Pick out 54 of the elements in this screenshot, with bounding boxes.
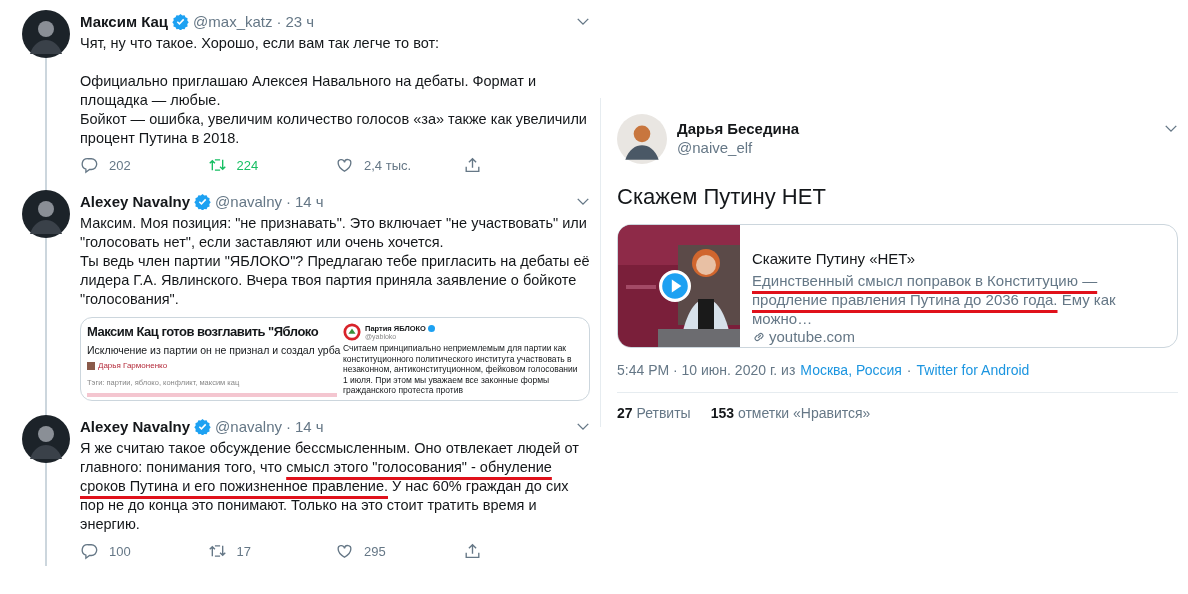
tweet-text: Скажем Путину НЕТ <box>617 184 827 210</box>
party-logo-icon <box>343 323 361 341</box>
user-handle[interactable]: @naive_elf <box>677 139 800 156</box>
retweet-icon[interactable] <box>207 542 227 560</box>
separator-dot: · <box>286 192 291 210</box>
reply-icon[interactable] <box>80 542 99 560</box>
reply-count: 100 <box>109 543 131 559</box>
avatar[interactable] <box>22 10 70 58</box>
link-domain: youtube.com <box>769 328 855 345</box>
user-name[interactable]: Дарья Беседина <box>677 120 800 137</box>
article-author: Дарья Гармоненко <box>98 361 168 370</box>
user-handle[interactable]: @max_katz <box>193 12 273 30</box>
user-name[interactable]: Максим Кац <box>80 12 169 30</box>
link-card[interactable]: Скажите Путину «НЕТ» Единственный смысл поправок в Конституцию — продление правления Путина до 2036 года. Ему как можно… youtube.com <box>617 224 1178 348</box>
tweet-text: Чят, ну что такое. Хорошо, если вам так легче то вот: Официально приглашаю Алексея Навального на дебаты. Формат и площадка — любые. Бойкот — ошибка, увеличим количество голосов «за» также как увеличили процент Путина в 2018. <box>80 34 588 148</box>
like-count: 2,4 тыс. <box>364 157 412 173</box>
separator-dot: · <box>906 362 912 378</box>
separator-dot: · <box>286 417 291 435</box>
heart-icon[interactable] <box>335 156 354 174</box>
tweet-time[interactable]: 23 ч <box>285 12 315 30</box>
chevron-down-icon[interactable] <box>576 421 590 431</box>
location-link[interactable]: Москва, Россия <box>800 362 902 378</box>
avatar[interactable] <box>22 190 70 238</box>
link-title: Скажите Путину «НЕТ» <box>752 249 917 269</box>
tweet-time[interactable]: 14 ч <box>295 417 324 435</box>
link-description: Единственный смысл поправок в Конституцию — продление правления Путина до 2036 года. Ему как можно… <box>752 271 1117 328</box>
attached-screenshot[interactable] <box>80 317 590 401</box>
like-count: 295 <box>364 543 386 559</box>
retweet-count: 17 <box>236 543 251 559</box>
tweet-text: Максим. Моя позиция: "не признавать". Это включает "не участвовать" или "голосовать нет", если заставляют или очень хочется. Ты ведь член партии "ЯБЛОКО"? Предлагаю тебе пригласить на дебаты её лидера Г.А. Явлинского. Вчера твоя партия приняла заявление о бойкоте "голосования". <box>80 214 590 309</box>
tweet-text: Я же считаю такое обсуждение бессмысленным. Оно отвлекает людей от главного: понимания того, что смысл этого "голосования" - обнуление сроков Путина и его пожизненное правление. У нас 60% граждан до сих пор не до конца это понимают. Только на это стоит тратить время и энергию. <box>80 439 580 534</box>
stat-link[interactable]: 153 отметки «Нравится» <box>710 405 871 421</box>
chevron-down-icon[interactable] <box>1164 124 1178 133</box>
stat-link[interactable]: 27 Ретвиты <box>617 405 691 421</box>
tweet-timestamp: 5:44 PM · 10 июн. 2020 г. из <box>617 362 796 378</box>
avatar[interactable] <box>22 415 70 463</box>
tweet-time[interactable]: 14 ч <box>295 192 324 210</box>
user-name[interactable]: Alexey Navalny <box>80 417 191 435</box>
chevron-down-icon[interactable] <box>576 196 590 206</box>
embedded-tweet-text: Считаем принципиально неприемлемым для партии как конституционного политического института участвовать в незаконном, антиконституционном, фейковом голосовании 1 июля. При этом мы уважаем все законные формы гражданского протеста против <box>343 343 579 396</box>
chevron-down-icon[interactable] <box>576 16 590 26</box>
reply-icon[interactable] <box>80 156 99 174</box>
user-handle[interactable]: @navalny <box>215 417 282 435</box>
source-link[interactable]: Twitter for Android <box>916 362 1030 378</box>
retweet-count: 224 <box>236 157 259 173</box>
avatar[interactable] <box>617 114 667 164</box>
user-name[interactable]: Alexey Navalny <box>80 192 191 210</box>
user-handle[interactable]: @navalny <box>215 192 282 210</box>
retweet-icon[interactable] <box>207 156 227 174</box>
author-thumbnail <box>87 361 95 370</box>
heart-icon[interactable] <box>335 542 354 560</box>
article-headline: Максим Кац готов возглавить "Яблоко <box>87 323 320 340</box>
separator-dot: · <box>276 12 282 30</box>
reply-count: 202 <box>109 157 131 173</box>
